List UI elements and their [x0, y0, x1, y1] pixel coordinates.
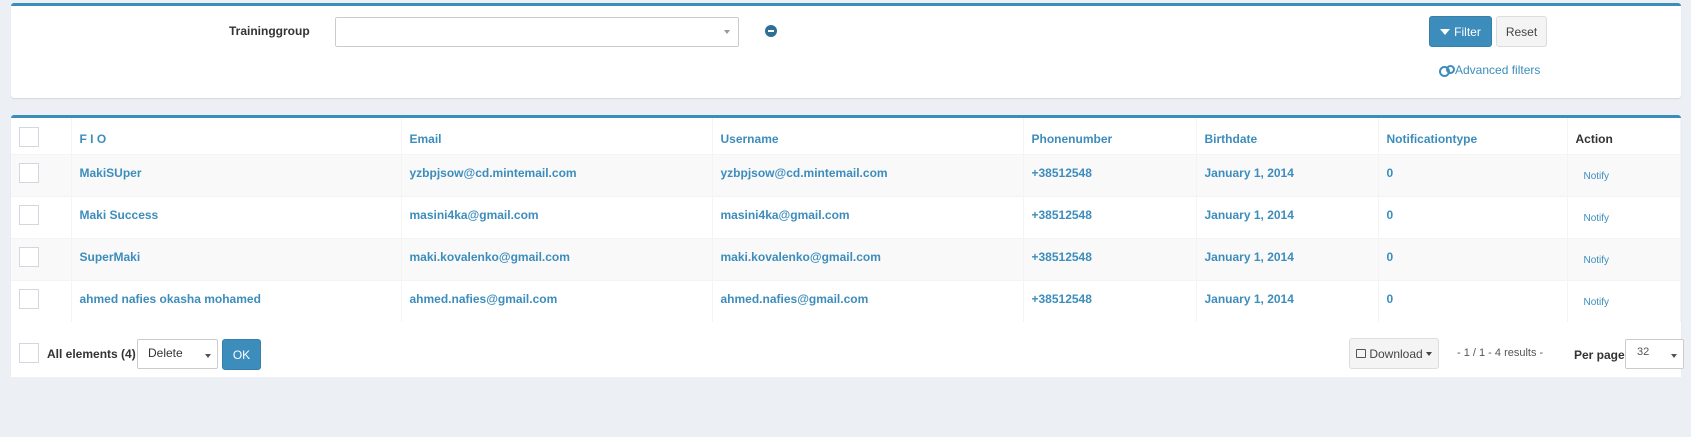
batch-action-value: Delete — [148, 346, 183, 360]
table-row: ahmed nafies okasha mohamed ahmed.nafies… — [11, 279, 1681, 322]
birthdate-cell[interactable]: January 1, 2014 — [1196, 153, 1379, 196]
per-page-label: Per page — [1574, 348, 1625, 362]
notify-link[interactable]: Notify — [1567, 153, 1681, 196]
caret-down-icon — [1425, 351, 1432, 356]
column-header-birthdate[interactable]: Birthdate — [1196, 118, 1379, 154]
notificationtype-cell[interactable]: 0 — [1378, 237, 1568, 280]
column-header-phonenumber[interactable]: Phonenumber — [1023, 118, 1197, 154]
column-header-username[interactable]: Username — [712, 118, 1024, 154]
column-header-notificationtype[interactable]: Notificationtype — [1378, 118, 1568, 154]
row-checkbox[interactable] — [19, 204, 39, 225]
select-all-elements-checkbox[interactable] — [19, 343, 39, 363]
list-panel: F I O Email Username Phonenumber Birthda… — [11, 115, 1684, 377]
table-row: Maki Success masini4ka@gmail.com masini4… — [11, 195, 1681, 238]
filter-button[interactable]: Filter — [1429, 16, 1492, 47]
birthdate-cell[interactable]: January 1, 2014 — [1196, 279, 1379, 322]
email-cell[interactable]: maki.kovalenko@gmail.com — [401, 237, 713, 280]
traininggroup-select[interactable] — [335, 17, 739, 47]
phone-cell[interactable]: +38512548 — [1023, 195, 1197, 238]
pager-info: - 1 / 1 - 4 results - — [1457, 347, 1544, 359]
column-header-email[interactable]: Email — [401, 118, 713, 154]
birthdate-cell[interactable]: January 1, 2014 — [1196, 237, 1379, 280]
fio-cell[interactable]: ahmed nafies okasha mohamed — [71, 279, 402, 322]
notificationtype-cell[interactable]: 0 — [1378, 195, 1568, 238]
chevron-down-icon — [724, 30, 730, 34]
row-select-cell — [11, 195, 72, 238]
username-cell[interactable]: masini4ka@gmail.com — [712, 195, 1024, 238]
ok-button-label: OK — [232, 347, 251, 362]
column-header-action: Action — [1567, 118, 1681, 154]
phone-cell[interactable]: +38512548 — [1023, 153, 1197, 196]
batch-action-select[interactable]: Delete — [137, 339, 218, 369]
per-page-value: 32 — [1637, 346, 1650, 358]
per-page-select[interactable]: 32 — [1625, 339, 1684, 369]
fio-cell[interactable]: MakiSUper — [71, 153, 402, 196]
username-cell[interactable]: yzbpjsow@cd.mintemail.com — [712, 153, 1024, 196]
notify-link[interactable]: Notify — [1567, 237, 1681, 280]
reset-button-label: Reset — [1505, 24, 1538, 39]
reset-button[interactable]: Reset — [1496, 16, 1547, 47]
table-row: MakiSUper yzbpjsow@cd.mintemail.com yzbp… — [11, 153, 1681, 196]
column-header-fio[interactable]: F I O — [71, 118, 402, 154]
users-table: F I O Email Username Phonenumber Birthda… — [11, 118, 1681, 322]
chevron-down-icon — [205, 354, 211, 358]
table-row: SuperMaki maki.kovalenko@gmail.com maki.… — [11, 237, 1681, 280]
share-icon — [1356, 349, 1367, 358]
chevron-down-icon — [1671, 354, 1677, 358]
download-button[interactable]: Download — [1349, 338, 1439, 369]
notify-link[interactable]: Notify — [1567, 279, 1681, 322]
birthdate-cell[interactable]: January 1, 2014 — [1196, 195, 1379, 238]
table-header-row: F I O Email Username Phonenumber Birthda… — [11, 118, 1681, 154]
notificationtype-cell[interactable]: 0 — [1378, 279, 1568, 322]
download-button-label: Download — [1369, 346, 1423, 361]
advanced-filters-label: Advanced filters — [1455, 63, 1541, 77]
select-all-checkbox[interactable] — [19, 127, 39, 148]
phone-cell[interactable]: +38512548 — [1023, 237, 1197, 280]
fio-cell[interactable]: SuperMaki — [71, 237, 402, 280]
row-checkbox[interactable] — [19, 288, 39, 309]
email-cell[interactable]: yzbpjsow@cd.mintemail.com — [401, 153, 713, 196]
row-select-cell — [11, 153, 72, 196]
filter-panel: Traininggroup Filter Reset Advanced filt… — [11, 3, 1681, 98]
funnel-icon — [1440, 28, 1451, 35]
phone-cell[interactable]: +38512548 — [1023, 279, 1197, 322]
row-select-cell — [11, 237, 72, 280]
username-cell[interactable]: ahmed.nafies@gmail.com — [712, 279, 1024, 322]
advanced-filters-link[interactable]: Advanced filters — [1439, 63, 1540, 77]
ok-button[interactable]: OK — [222, 339, 261, 370]
row-checkbox[interactable] — [19, 162, 39, 183]
all-elements-label: All elements (4) — [47, 347, 136, 361]
notificationtype-cell[interactable]: 0 — [1378, 153, 1568, 196]
select-all-header — [11, 118, 72, 154]
batch-actions-footer: All elements (4) Delete OK Download - 1 … — [11, 330, 1684, 377]
username-cell[interactable]: maki.kovalenko@gmail.com — [712, 237, 1024, 280]
traininggroup-label: Traininggroup — [229, 24, 310, 38]
row-checkbox[interactable] — [19, 246, 39, 267]
notify-link[interactable]: Notify — [1567, 195, 1681, 238]
filter-button-label: Filter — [1454, 24, 1481, 39]
remove-filter-icon[interactable] — [765, 25, 777, 37]
email-cell[interactable]: masini4ka@gmail.com — [401, 195, 713, 238]
email-cell[interactable]: ahmed.nafies@gmail.com — [401, 279, 713, 322]
fio-cell[interactable]: Maki Success — [71, 195, 402, 238]
gears-icon — [1439, 65, 1455, 77]
row-select-cell — [11, 279, 72, 322]
